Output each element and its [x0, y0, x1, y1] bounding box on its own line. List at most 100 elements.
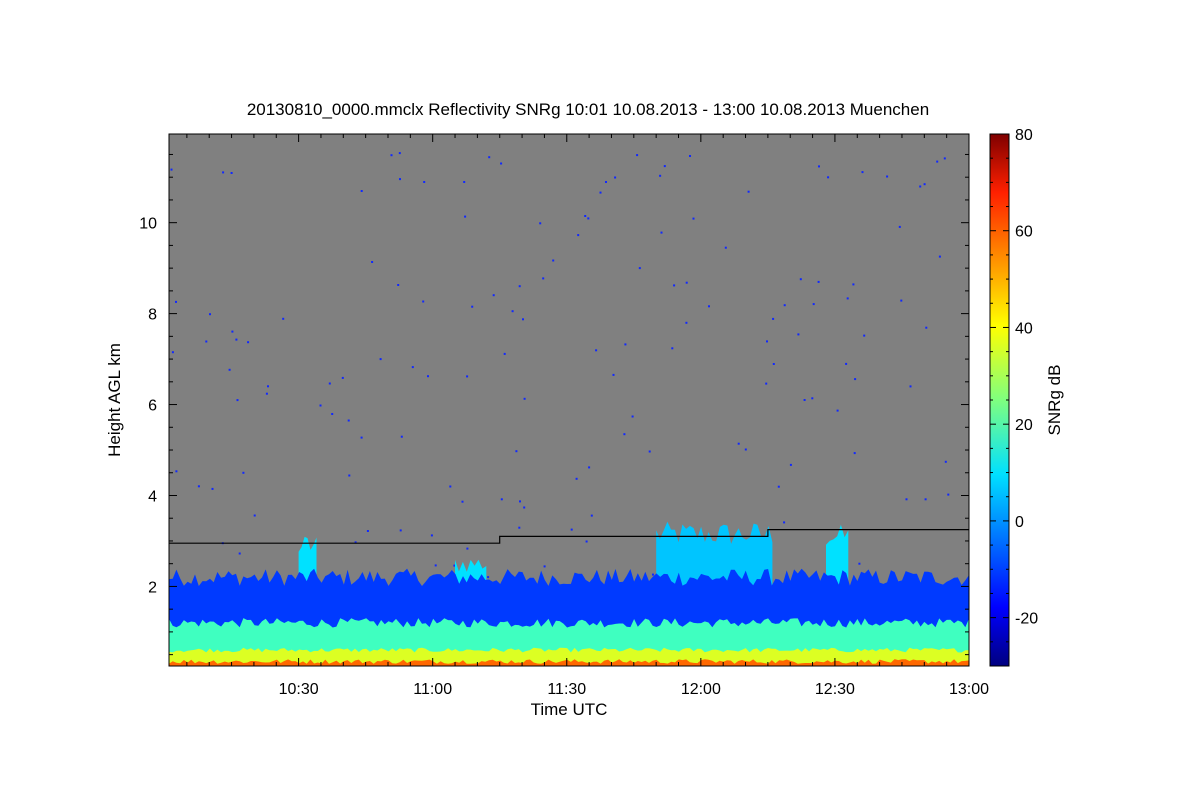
y-axis-label: Height AGL km [105, 343, 124, 457]
noise-speckle [347, 419, 350, 422]
noise-speckle [461, 500, 464, 503]
noise-speckle [341, 376, 344, 379]
colorbar-tick-label: 60 [1015, 224, 1033, 241]
noise-speckle [663, 165, 666, 168]
noise-speckle [765, 382, 768, 385]
noise-speckle [772, 363, 775, 365]
noise-speckle [789, 463, 792, 466]
noise-speckle [371, 261, 374, 263]
noise-speckle [399, 178, 401, 181]
x-tick-label: 12:00 [681, 681, 721, 698]
noise-speckle [853, 452, 856, 455]
noise-speckle [648, 450, 651, 453]
chart-title: 20130810_0000.mmclx Reflectivity SNRg 10… [247, 100, 929, 119]
noise-speckle [827, 176, 830, 179]
noise-speckle [503, 352, 506, 355]
noise-speckle [744, 448, 747, 451]
noise-speckle [235, 338, 238, 341]
noise-speckle [238, 552, 241, 555]
noise-speckle [570, 528, 573, 531]
noise-speckle [599, 191, 602, 194]
x-tick-label: 11:30 [547, 681, 586, 698]
noise-speckle [836, 409, 839, 412]
y-tick-label: 2 [148, 579, 157, 596]
noise-speckle [518, 285, 521, 288]
noise-speckle [360, 436, 363, 439]
noise-speckle [854, 378, 857, 381]
noise-speckle [348, 474, 351, 477]
noise-speckle [360, 190, 363, 192]
noise-speckle [777, 485, 780, 488]
noise-speckle [636, 154, 639, 157]
noise-speckle [652, 573, 654, 576]
noise-speckle [488, 156, 491, 159]
noise-speckle [587, 217, 590, 220]
noise-speckle [783, 521, 786, 524]
noise-speckle [905, 498, 908, 501]
noise-speckle [766, 340, 768, 343]
noise-speckle [623, 433, 626, 436]
noise-speckle [689, 155, 691, 157]
noise-speckle [817, 280, 820, 283]
noise-speckle [724, 246, 727, 249]
noise-speckle [852, 283, 855, 286]
noise-speckle [812, 303, 815, 306]
noise-speckle [390, 154, 393, 157]
noise-speckle [242, 471, 245, 474]
noise-speckle [552, 259, 555, 262]
noise-speckle [811, 397, 814, 400]
noise-speckle [938, 255, 941, 258]
noise-speckle [522, 318, 524, 321]
noise-speckle [673, 284, 676, 287]
noise-speckle [737, 442, 740, 445]
noise-speckle [936, 160, 939, 163]
noise-speckle [230, 172, 233, 174]
x-tick-label: 12:30 [815, 681, 855, 698]
noise-speckle [799, 278, 802, 281]
noise-speckle [590, 514, 593, 517]
noise-speckle [631, 415, 634, 418]
noise-speckle [858, 562, 861, 565]
noise-speckle [400, 435, 403, 438]
noise-speckle [614, 176, 617, 179]
noise-speckle [282, 317, 285, 320]
noise-speckle [900, 299, 903, 302]
noise-speckle [492, 294, 495, 297]
noise-speckle [515, 450, 518, 453]
noise-speckle [588, 466, 591, 469]
noise-speckle [818, 165, 820, 168]
noise-speckle [411, 366, 414, 369]
noise-speckle [500, 162, 503, 165]
noise-speckle [947, 493, 950, 496]
noise-speckle [397, 284, 400, 286]
noise-speckle [783, 304, 786, 307]
noise-speckle [366, 530, 369, 532]
noise-speckle [464, 215, 467, 218]
colorbar-tick-label: 80 [1015, 127, 1033, 144]
noise-speckle [328, 382, 331, 385]
noise-speckle [772, 317, 775, 320]
y-tick-label: 6 [148, 398, 157, 415]
noise-speckle [209, 313, 211, 316]
noise-speckle [923, 183, 926, 186]
noise-speckle [265, 392, 268, 395]
chart: 20130810_0000.mmclx Reflectivity SNRg 10… [105, 100, 1064, 719]
x-tick-label: 13:00 [949, 681, 989, 698]
noise-speckle [430, 534, 433, 537]
noise-speckle [423, 181, 426, 183]
noise-speckle [846, 297, 849, 300]
noise-speckle [518, 526, 521, 529]
noise-speckle [685, 321, 688, 324]
noise-speckle [861, 171, 864, 174]
plot-area [168, 133, 970, 667]
noise-speckle [231, 330, 234, 333]
noise-speckle [422, 300, 425, 303]
noise-speckle [222, 171, 225, 174]
noise-speckle [925, 326, 928, 329]
noise-speckle [638, 267, 641, 270]
noise-speckle [466, 547, 469, 550]
noise-speckle [466, 375, 469, 378]
colorbar-tick-label: 20 [1015, 417, 1033, 434]
noise-speckle [170, 168, 173, 171]
noise-speckle [659, 174, 662, 177]
